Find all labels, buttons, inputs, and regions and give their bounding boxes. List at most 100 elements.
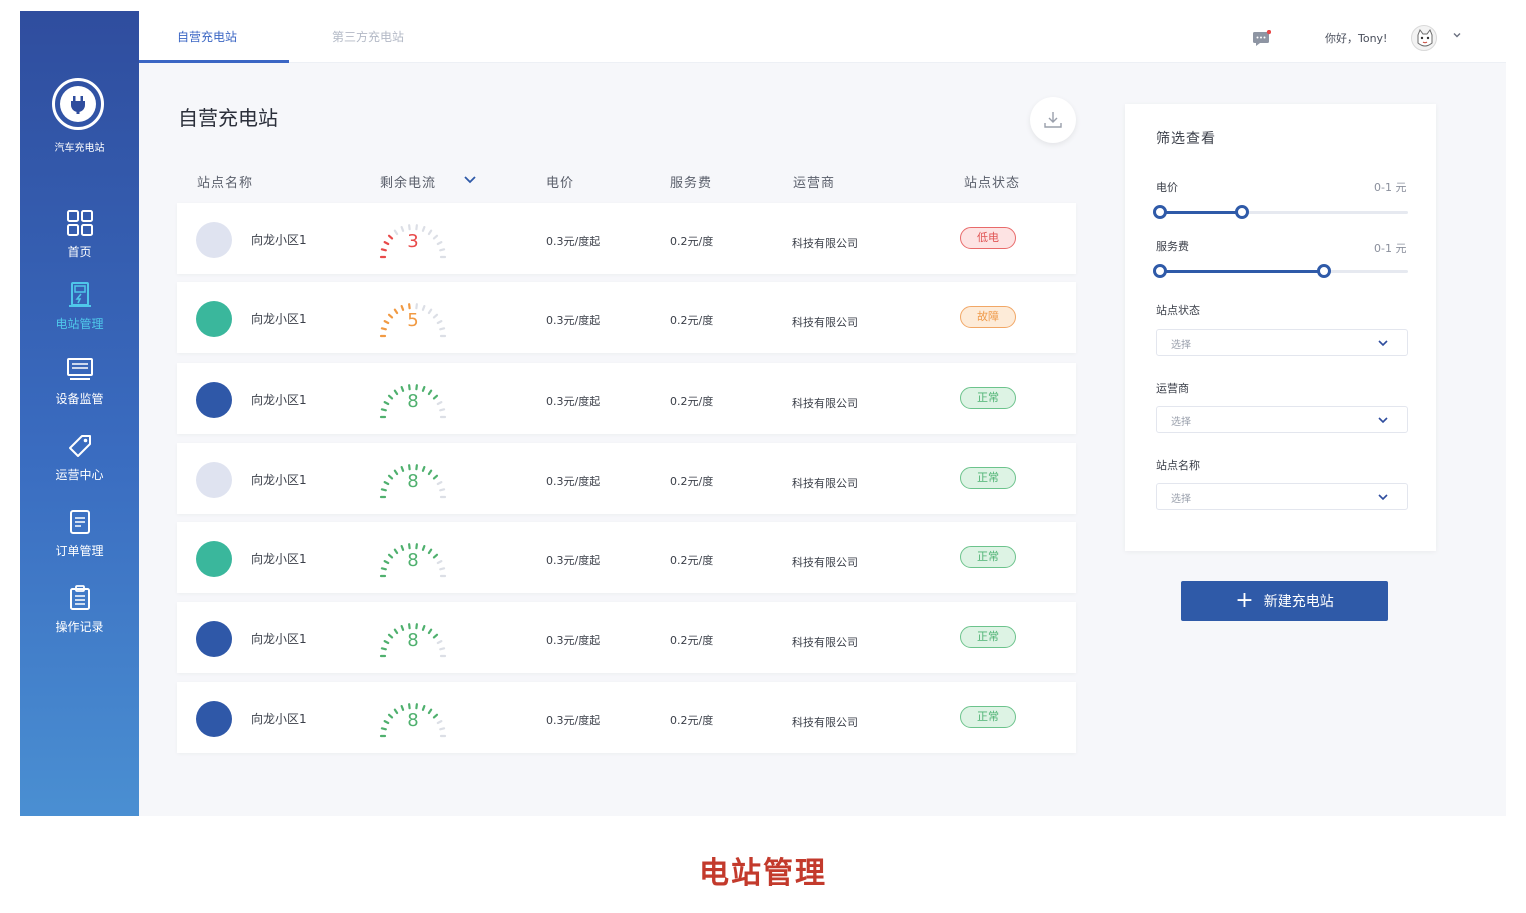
table-row[interactable]: 向龙小区1 8 0.3元/度起 0.2元/度 科技有限公司 正常 bbox=[177, 602, 1076, 673]
nav-operation-log[interactable]: 操作记录 bbox=[20, 584, 139, 635]
status-badge: 正常 bbox=[960, 546, 1016, 568]
gauge-segment bbox=[439, 727, 446, 731]
gauge-segment bbox=[432, 313, 439, 319]
column-header-remaining-current[interactable]: 剩余电流 bbox=[380, 172, 436, 191]
gauge-segment bbox=[383, 241, 390, 246]
table-row[interactable]: 向龙小区1 5 0.3元/度起 0.2元/度 科技有限公司 故障 bbox=[177, 282, 1076, 353]
gauge-segment bbox=[387, 474, 394, 480]
status-badge: 正常 bbox=[960, 626, 1016, 648]
gauge-segment bbox=[432, 474, 439, 480]
remaining-current-value: 8 bbox=[407, 630, 419, 651]
page-title: 自营充电站 bbox=[178, 106, 278, 130]
active-tab-indicator bbox=[139, 60, 289, 63]
column-header-status: 站点状态 bbox=[964, 176, 1021, 191]
tab-third-party[interactable]: 第三方充电站 bbox=[332, 11, 404, 63]
gauge-segment bbox=[380, 567, 387, 571]
operator-select-placeholder: 选择 bbox=[1171, 417, 1191, 428]
gauge-segment bbox=[380, 647, 387, 651]
gauge-segment bbox=[439, 248, 446, 252]
station-name-select[interactable]: 选择 bbox=[1156, 483, 1408, 510]
gauge-segment bbox=[432, 553, 439, 559]
nav-device-label: 设备监管 bbox=[55, 392, 104, 406]
sort-chevron-down-icon[interactable] bbox=[463, 174, 477, 186]
operator-value: 科技有限公司 bbox=[792, 636, 858, 649]
station-select-placeholder: 选择 bbox=[1171, 494, 1191, 505]
gauge-segment bbox=[439, 327, 446, 331]
remaining-current-value: 8 bbox=[407, 471, 419, 492]
gauge-segment bbox=[387, 553, 394, 559]
station-avatar-dot bbox=[196, 462, 232, 498]
fee-slider-fill bbox=[1160, 270, 1324, 273]
gauge-segment bbox=[387, 313, 394, 319]
gauge-segment bbox=[383, 640, 390, 645]
service-fee-value: 0.2元/度 bbox=[670, 634, 714, 647]
gauge-segment bbox=[380, 248, 387, 252]
tab-self-operated[interactable]: 自营充电站 bbox=[177, 11, 237, 63]
column-header-price: 电价 bbox=[546, 176, 575, 191]
service-fee-value: 0.2元/度 bbox=[670, 314, 714, 327]
nav-home-label: 首页 bbox=[67, 245, 92, 259]
nav-order-label: 订单管理 bbox=[55, 544, 104, 558]
download-icon bbox=[1044, 112, 1062, 128]
gauge-segment bbox=[387, 234, 394, 240]
new-station-label: 新建充电站 bbox=[1263, 594, 1334, 610]
status-badge: 正常 bbox=[960, 706, 1016, 728]
charger-icon bbox=[68, 282, 91, 307]
station-avatar-dot bbox=[196, 222, 232, 258]
fee-slider-max-handle[interactable] bbox=[1316, 264, 1331, 278]
nav-order-management[interactable]: 订单管理 bbox=[20, 508, 139, 559]
fee-slider[interactable] bbox=[1153, 264, 1408, 278]
price-value: 0.3元/度起 bbox=[546, 634, 601, 647]
station-name: 向龙小区1 bbox=[251, 552, 307, 566]
fee-slider-min-handle[interactable] bbox=[1153, 264, 1167, 278]
chevron-down-icon[interactable] bbox=[1451, 29, 1463, 41]
grid-icon bbox=[66, 210, 93, 236]
price-slider[interactable] bbox=[1153, 205, 1408, 219]
nav-station-management[interactable]: 电站管理 bbox=[20, 281, 139, 332]
service-fee-value: 0.2元/度 bbox=[670, 395, 714, 408]
nav-home[interactable]: 首页 bbox=[20, 209, 139, 260]
cat-avatar-icon bbox=[1417, 28, 1433, 47]
avatar[interactable] bbox=[1411, 25, 1437, 51]
table-row[interactable]: 向龙小区1 3 0.3元/度起 0.2元/度 科技有限公司 低电 bbox=[177, 203, 1076, 274]
nav-device-monitor[interactable]: 设备监管 bbox=[20, 356, 139, 407]
gauge-segment bbox=[436, 481, 443, 486]
new-station-button[interactable]: + 新建充电站 bbox=[1181, 581, 1388, 621]
operator-value: 科技有限公司 bbox=[792, 716, 858, 729]
table-row[interactable]: 向龙小区1 8 0.3元/度起 0.2元/度 科技有限公司 正常 bbox=[177, 443, 1076, 514]
gauge-segment bbox=[436, 401, 443, 406]
gauge-segment bbox=[439, 647, 446, 651]
gauge-segment bbox=[380, 488, 387, 492]
station-name: 向龙小区1 bbox=[251, 393, 307, 407]
status-badge: 故障 bbox=[960, 306, 1016, 328]
price-range-text: 0-1 元 bbox=[1374, 181, 1407, 194]
gauge-segment bbox=[380, 327, 387, 331]
gauge-segment bbox=[436, 560, 443, 565]
price-value: 0.3元/度起 bbox=[546, 314, 601, 327]
operator-value: 科技有限公司 bbox=[792, 397, 858, 410]
plug-logo-icon bbox=[52, 78, 104, 130]
column-header-service-fee: 服务费 bbox=[670, 176, 713, 191]
chevron-down-icon bbox=[1378, 417, 1388, 424]
remaining-current-value: 8 bbox=[407, 391, 419, 412]
operator-select[interactable]: 选择 bbox=[1156, 406, 1408, 433]
table-row[interactable]: 向龙小区1 8 0.3元/度起 0.2元/度 科技有限公司 正常 bbox=[177, 522, 1076, 593]
download-button[interactable] bbox=[1030, 97, 1076, 143]
station-avatar-dot bbox=[196, 382, 232, 418]
operator-value: 科技有限公司 bbox=[792, 556, 858, 569]
message-icon[interactable] bbox=[1253, 30, 1271, 46]
price-slider-max-handle[interactable] bbox=[1234, 205, 1249, 219]
nav-operation-center[interactable]: 运营中心 bbox=[20, 432, 139, 483]
service-fee-value: 0.2元/度 bbox=[670, 475, 714, 488]
station-avatar-dot bbox=[196, 621, 232, 657]
table-row[interactable]: 向龙小区1 8 0.3元/度起 0.2元/度 科技有限公司 正常 bbox=[177, 682, 1076, 753]
price-slider-min-handle[interactable] bbox=[1153, 205, 1167, 219]
station-avatar-dot bbox=[196, 701, 232, 737]
station-avatar-dot bbox=[196, 541, 232, 577]
service-fee-value: 0.2元/度 bbox=[670, 714, 714, 727]
status-filter-label: 站点状态 bbox=[1156, 304, 1200, 317]
price-value: 0.3元/度起 bbox=[546, 395, 601, 408]
table-row[interactable]: 向龙小区1 8 0.3元/度起 0.2元/度 科技有限公司 正常 bbox=[177, 363, 1076, 434]
nav-operation-label: 运营中心 bbox=[55, 468, 104, 482]
status-select[interactable]: 选择 bbox=[1156, 329, 1408, 356]
